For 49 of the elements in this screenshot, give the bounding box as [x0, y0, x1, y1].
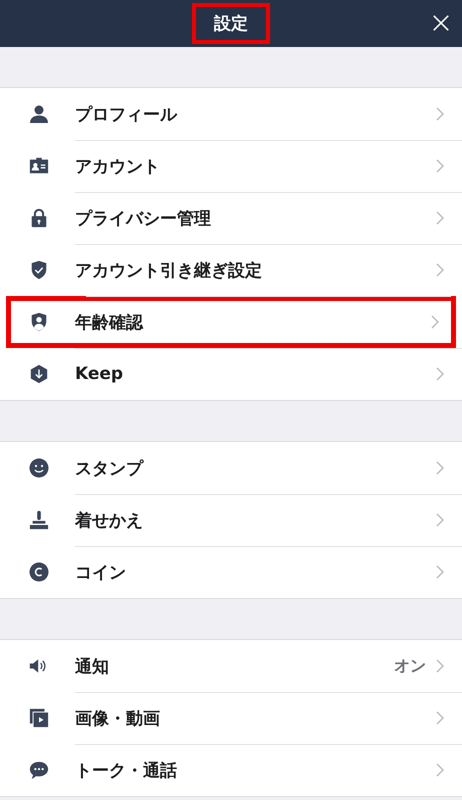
item-label: 年齢確認 — [75, 312, 144, 334]
settings-item[interactable]: スタンプ — [0, 442, 462, 494]
video-icon — [29, 708, 49, 728]
chevron-icon — [436, 367, 444, 381]
close-icon[interactable] — [432, 14, 450, 32]
settings-item[interactable]: 画像・動画 — [0, 692, 462, 744]
chevron-icon — [436, 711, 444, 725]
download-icon — [29, 364, 49, 384]
coin-icon — [29, 562, 49, 582]
chevron-icon — [436, 763, 444, 777]
chevron-icon — [436, 107, 444, 121]
chevron-icon — [436, 159, 444, 173]
settings-item[interactable]: Keep — [0, 348, 462, 400]
settings-item[interactable]: 通知 オン — [0, 640, 462, 692]
chevron-icon — [431, 315, 439, 329]
item-label: アカウント — [75, 156, 161, 178]
item-label: Keep — [75, 364, 124, 384]
item-label: 着せかえ — [75, 510, 144, 532]
item-label: プライバシー管理 — [75, 208, 212, 230]
item-label: アカウント引き継ぎ設定 — [75, 260, 263, 282]
item-value: オン — [394, 656, 426, 676]
settings-item[interactable]: 年齢確認 — [6, 296, 456, 348]
item-label: トーク・通話 — [75, 760, 178, 782]
item-label: スタンプ — [75, 458, 145, 480]
chevron-icon — [436, 513, 444, 527]
screen-title: 設定 — [192, 3, 270, 44]
item-label: 通知 — [75, 656, 110, 678]
smiley-icon — [29, 458, 49, 478]
chevron-icon — [436, 461, 444, 475]
chat-bubble-icon — [29, 760, 49, 780]
shield-person-icon — [29, 312, 49, 332]
chevron-icon — [436, 211, 444, 225]
chevron-icon — [436, 565, 444, 579]
item-label: コイン — [75, 562, 127, 584]
settings-item[interactable]: コイン — [0, 546, 462, 598]
shield-check-icon — [29, 260, 49, 280]
person-icon — [29, 104, 49, 124]
item-label: プロフィール — [75, 104, 178, 126]
chevron-icon — [436, 659, 444, 673]
settings-item[interactable]: アカウント — [0, 140, 462, 192]
settings-item[interactable]: トーク・通話 — [0, 744, 462, 796]
item-label: 画像・動画 — [75, 708, 161, 730]
settings-item[interactable]: プライバシー管理 — [0, 192, 462, 244]
lock-icon — [29, 208, 49, 228]
settings-item[interactable]: 着せかえ — [0, 494, 462, 546]
settings-item[interactable]: アカウント引き継ぎ設定 — [0, 244, 462, 296]
id-card-icon — [29, 156, 49, 176]
chevron-icon — [436, 263, 444, 277]
settings-item[interactable]: プロフィール — [0, 88, 462, 140]
